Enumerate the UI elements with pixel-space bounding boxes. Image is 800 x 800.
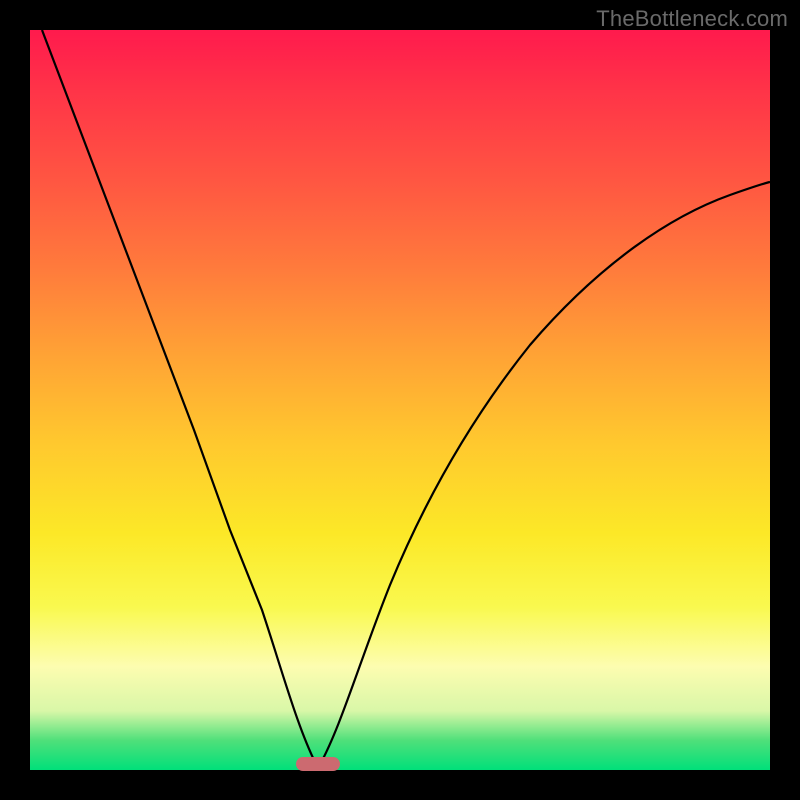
curve-left-branch [42,30,318,768]
optimal-marker [296,757,340,771]
plot-area [30,30,770,770]
bottleneck-curve [30,30,770,770]
watermark-text: TheBottleneck.com [596,6,788,32]
curve-right-branch [318,182,770,768]
